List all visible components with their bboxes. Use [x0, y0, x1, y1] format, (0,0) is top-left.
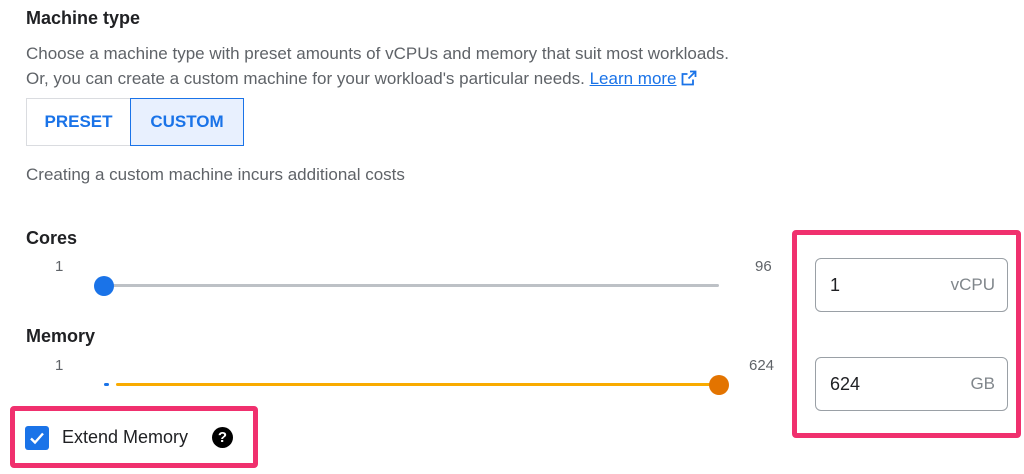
description-line-2: Or, you can create a custom machine for … — [26, 66, 729, 93]
custom-tab[interactable]: CUSTOM — [130, 98, 244, 146]
external-link-icon[interactable] — [681, 68, 697, 93]
cores-label: Cores — [26, 228, 78, 248]
inputs-highlight-box — [792, 230, 1021, 438]
extend-memory-checkbox[interactable] — [25, 426, 49, 450]
section-description: Choose a machine type with preset amount… — [26, 41, 729, 93]
memory-slider-min-marker — [104, 383, 109, 386]
cores-min: 1 — [55, 258, 64, 275]
memory-label: Memory — [26, 326, 96, 346]
cores-max: 96 — [755, 258, 772, 275]
memory-min: 1 — [55, 357, 64, 374]
help-icon[interactable]: ? — [212, 427, 233, 448]
description-line-2-text: Or, you can create a custom machine for … — [26, 69, 585, 88]
machine-type-panel: Machine type Choose a machine type with … — [0, 0, 1024, 474]
extend-memory-label[interactable]: Extend Memory — [62, 427, 188, 448]
cores-slider-track[interactable] — [104, 284, 719, 287]
memory-max: 624 — [749, 357, 775, 374]
memory-slider-track[interactable] — [116, 383, 719, 386]
cores-slider-thumb[interactable] — [94, 276, 114, 296]
cost-note: Creating a custom machine incurs additio… — [26, 165, 405, 184]
preset-tab[interactable]: PRESET — [26, 98, 130, 146]
checkmark-icon — [30, 432, 44, 445]
section-title: Machine type — [26, 8, 141, 28]
description-line-1: Choose a machine type with preset amount… — [26, 44, 729, 63]
machine-type-toggle: PRESET CUSTOM — [26, 98, 244, 146]
memory-slider-thumb[interactable] — [709, 375, 729, 395]
learn-more-link[interactable]: Learn more — [590, 69, 677, 88]
